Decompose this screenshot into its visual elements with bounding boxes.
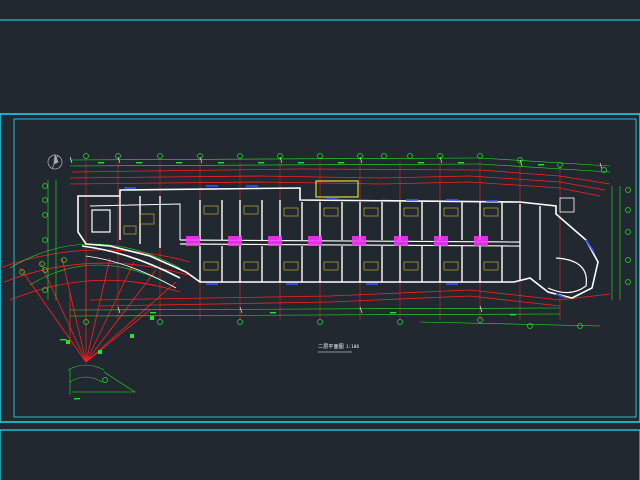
plan-title: 二层平面图 1:100 bbox=[318, 343, 359, 350]
north-arrow-icon bbox=[47, 153, 63, 170]
axis-lines bbox=[0, 162, 611, 363]
plan-scale: 1:100 bbox=[346, 344, 360, 349]
plan-title-text: 二层平面图 bbox=[318, 344, 345, 350]
dimension-lines bbox=[9, 157, 621, 395]
dimension-ticks bbox=[69, 156, 603, 314]
fan-labels bbox=[66, 316, 154, 354]
cad-drawing-viewport[interactable] bbox=[0, 0, 640, 480]
